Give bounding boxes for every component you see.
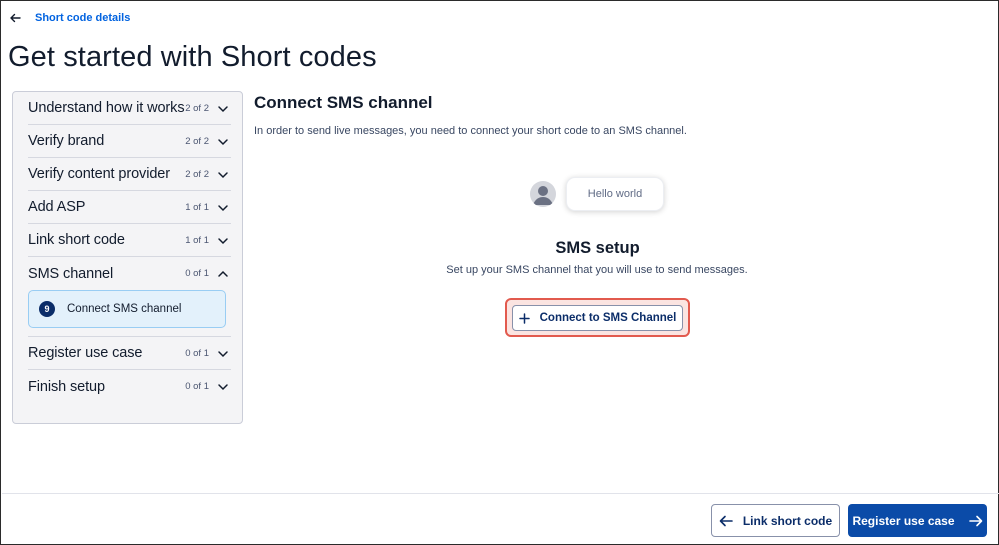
step-label: Add ASP [28, 199, 86, 215]
step-count: 2 of 2 [185, 135, 209, 147]
step-count: 0 of 1 [185, 268, 209, 279]
step-count: 1 of 1 [185, 234, 209, 246]
step-header[interactable]: SMS channel 0 of 1 [28, 257, 231, 290]
chevron-down-icon[interactable] [217, 381, 229, 393]
step-count: 0 of 1 [185, 381, 209, 392]
back-arrow-icon[interactable] [9, 11, 23, 25]
step-link-short-code[interactable]: Link short code 1 of 1 [28, 224, 231, 257]
button-label: Connect to SMS Channel [539, 312, 677, 324]
step-label: Verify content provider [28, 166, 170, 182]
chevron-down-icon[interactable] [217, 202, 229, 214]
step-count: 1 of 1 [185, 201, 209, 213]
step-verify-brand[interactable]: Verify brand 2 of 2 [28, 125, 231, 158]
substep-number-badge: 9 [39, 301, 55, 317]
chevron-down-icon[interactable] [217, 136, 229, 148]
step-count: 2 of 2 [185, 168, 209, 180]
app-window: Short code details Get started with Shor… [0, 0, 999, 545]
step-add-asp[interactable]: Add ASP 1 of 1 [28, 191, 231, 224]
chevron-down-icon[interactable] [217, 235, 229, 247]
step-label: Understand how it works [28, 100, 185, 116]
avatar-icon [530, 181, 556, 207]
chevron-down-icon[interactable] [217, 348, 229, 360]
step-understand[interactable]: Understand how it works 2 of 2 [28, 92, 231, 125]
back-link-short-code-button[interactable]: Link short code [711, 504, 840, 537]
setup-description: Set up your SMS channel that you will us… [446, 264, 748, 276]
substep-label: Connect SMS channel [67, 303, 182, 315]
step-label: Register use case [28, 345, 143, 361]
step-count: 2 of 2 [185, 102, 209, 114]
button-label: Register use case [852, 513, 955, 528]
plus-icon [518, 312, 530, 324]
setup-title: SMS setup [555, 239, 640, 257]
step-finish-setup[interactable]: Finish setup 0 of 1 [28, 370, 231, 403]
chevron-down-icon[interactable] [217, 103, 229, 115]
chevron-up-icon[interactable] [217, 268, 229, 280]
step-label: SMS channel [28, 265, 114, 282]
step-sms-channel[interactable]: SMS channel 0 of 1 9 Connect SMS channel [28, 257, 231, 337]
section-description: In order to send live messages, you need… [254, 125, 687, 137]
message-preview-bubble: Hello world [566, 177, 664, 211]
step-label: Finish setup [28, 378, 105, 395]
register-use-case-button[interactable]: Register use case [848, 504, 987, 537]
arrow-right-icon [968, 515, 982, 526]
step-label: Verify brand [28, 133, 105, 149]
breadcrumb: Short code details [9, 9, 130, 27]
back-link[interactable]: Short code details [35, 12, 130, 24]
arrow-left-icon [719, 515, 733, 526]
connect-sms-channel-button[interactable]: Connect to SMS Channel [512, 305, 683, 331]
section-title: Connect SMS channel [254, 93, 433, 112]
step-count: 0 of 1 [185, 347, 209, 359]
substep-connect-sms-channel[interactable]: 9 Connect SMS channel [28, 290, 226, 328]
footer-divider [2, 493, 999, 494]
step-register-use-case[interactable]: Register use case 0 of 1 [28, 337, 231, 370]
step-verify-content-provider[interactable]: Verify content provider 2 of 2 [28, 158, 231, 191]
step-label: Link short code [28, 232, 125, 248]
chevron-down-icon[interactable] [217, 169, 229, 181]
steps-sidebar: Understand how it works 2 of 2 Verify br… [12, 91, 243, 424]
button-label: Link short code [742, 513, 833, 528]
page-title: Get started with Short codes [8, 41, 377, 73]
